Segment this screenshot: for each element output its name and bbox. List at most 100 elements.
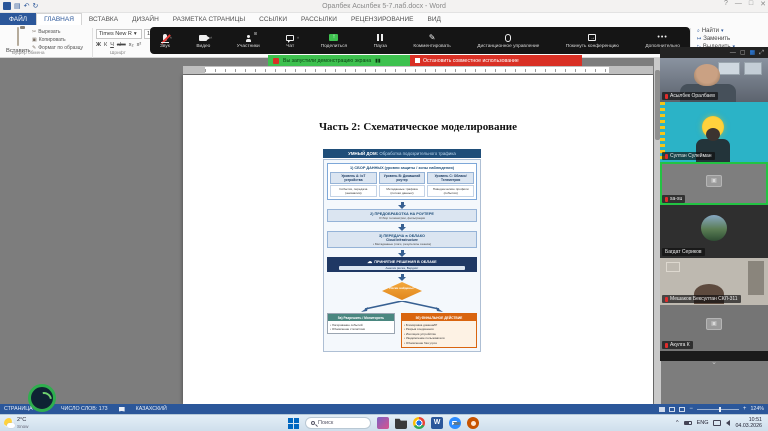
file-explorer-icon[interactable] (395, 417, 407, 429)
language-switcher[interactable]: ENG (697, 420, 709, 426)
zoom-taskbar-icon[interactable] (449, 417, 461, 429)
zoom-slider[interactable] (697, 409, 739, 410)
find-button[interactable]: ⌕Найти▾ (697, 28, 735, 34)
participant-video-tile[interactable]: Мешаков Бексултан СКЛ-311 (660, 258, 768, 305)
maximize-button[interactable]: □ (749, 0, 753, 8)
word-taskbar-icon[interactable]: W (431, 417, 443, 429)
pause-share-button[interactable]: Пауза (374, 33, 387, 49)
chevron-up-icon[interactable]: ˄ (170, 35, 172, 40)
panel-header[interactable]: — ▢ ▦ ⤢ (660, 47, 768, 58)
participant-tile-active-speaker[interactable]: ▣ sa-su (660, 162, 768, 205)
participant-avatar-tile[interactable]: ▣ Акулга К (660, 305, 768, 351)
proofing-icon[interactable] (119, 407, 125, 412)
display-icon[interactable] (713, 420, 721, 426)
minimize-button[interactable]: — (735, 0, 742, 8)
expand-panel-icon[interactable]: ⤢ (759, 50, 764, 56)
minimize-panel-icon[interactable]: — (730, 50, 736, 56)
battery-icon[interactable] (684, 421, 692, 425)
language-indicator[interactable]: КАЗАХСКИЙ (136, 406, 167, 412)
remote-control-button[interactable]: Дистанционное управление (477, 33, 539, 49)
muted-mic-icon (665, 94, 668, 99)
print-layout-icon[interactable] (669, 407, 675, 412)
weather-icon (4, 418, 14, 428)
help-button[interactable]: ? (724, 0, 728, 8)
weather-widget[interactable]: 2°C Snow (0, 417, 29, 428)
participant-video-tile[interactable]: Асылбек Оралбаев (660, 58, 768, 102)
cut-button[interactable]: ✂Вырезать (32, 29, 83, 35)
tab-design[interactable]: ДИЗАЙН (125, 13, 166, 25)
meeting-id-icon (273, 58, 279, 64)
stop-share-button[interactable]: Остановить совместное использование (410, 55, 582, 66)
tray-overflow-icon[interactable]: ^ (676, 420, 679, 426)
tab-review[interactable]: РЕЦЕНЗИРОВАНИЕ (344, 13, 421, 25)
mouse-icon (505, 34, 511, 42)
web-layout-icon[interactable] (679, 407, 685, 412)
zoom-percentage[interactable]: 124% (750, 406, 764, 412)
clipboard-group-label: Буфер обмена (12, 51, 45, 56)
tab-home[interactable]: ГЛАВНАЯ (36, 13, 82, 25)
read-mode-icon[interactable] (659, 407, 665, 412)
tab-mailings[interactable]: РАССЫЛКИ (294, 13, 344, 25)
flow-step-3: 3) ПЕРЕДАЧА в ОБЛАКО Cloud Infrastructur… (327, 231, 477, 248)
strikethrough-button[interactable]: abc (117, 42, 126, 48)
participants-button[interactable]: 8 Участники (237, 33, 260, 49)
bold-button[interactable]: Ж (96, 42, 101, 48)
replace-icon: ↦ (697, 36, 701, 42)
clock[interactable]: 10:51 04.03.2026 (735, 417, 762, 429)
share-status-segment: Вы запустили демонстрацию экрана ▮▮ (268, 55, 410, 66)
speaker-view-icon[interactable]: ▢ (740, 50, 746, 56)
audio-button[interactable]: ˄ Звук (160, 33, 170, 49)
cloud-icon: ☁ (367, 259, 372, 265)
video-button[interactable]: ˄ Видео (196, 33, 210, 49)
chevron-up-icon[interactable]: ˄ (297, 35, 299, 40)
subscript-button[interactable]: x₂ (129, 42, 134, 48)
copy-button[interactable]: ▣Копировать (32, 37, 83, 43)
close-button[interactable]: ✕ (760, 0, 766, 8)
video-participants-panel: — ▢ ▦ ⤢ Асылбек Оралбаев Султан Сулейман… (660, 47, 768, 361)
tab-page-layout[interactable]: РАЗМЕТКА СТРАНИЦЫ (166, 13, 252, 25)
zoom-in-button[interactable]: + (743, 406, 747, 412)
media-app-icon[interactable] (377, 417, 389, 429)
start-button[interactable] (288, 418, 299, 429)
tab-references[interactable]: ССЫЛКИ (252, 13, 294, 25)
document-page[interactable]: Часть 2: Схематическое моделирование УМН… (183, 75, 653, 404)
flow-level-c: Уровень С: Облако/Телеметрия Поведенческ… (427, 172, 474, 197)
participant-name-badge: Султан Сулейман (662, 152, 715, 160)
avatar (701, 215, 727, 241)
stop-icon (415, 58, 420, 63)
replace-button[interactable]: ↦Заменить (697, 36, 735, 42)
tab-insert[interactable]: ВСТАВКА (82, 13, 125, 25)
font-name-select[interactable]: Times New R▾ (96, 29, 142, 39)
annotate-button[interactable]: ✎ Комментировать (413, 33, 450, 49)
scissors-icon: ✂ (32, 29, 36, 35)
smart-home-flowchart: УМНЫЙ ДОМ: Обработка подозрительного тра… (323, 149, 481, 352)
italic-button[interactable]: К (104, 42, 107, 48)
speaker-icon[interactable] (726, 420, 730, 426)
ellipsis-icon: ••• (657, 34, 667, 41)
tab-file[interactable]: ФАЙЛ (0, 13, 36, 25)
participant-avatar-tile[interactable]: Багдат Сериков (660, 205, 768, 258)
device-avatar-icon: ▣ (706, 318, 722, 330)
superscript-button[interactable]: x² (137, 42, 142, 48)
collapse-strip-button[interactable]: ⌄ (660, 351, 768, 361)
underline-button[interactable]: Ч (110, 42, 114, 48)
flow-level-a: Уровень А: IoT устройства События, перед… (330, 172, 377, 197)
pause-share-icon[interactable]: ▮▮ (375, 58, 381, 64)
horizontal-ruler[interactable] (183, 66, 653, 74)
chat-button[interactable]: ˄ Чат (286, 33, 294, 49)
participant-video-tile[interactable]: Султан Сулейман (660, 102, 768, 162)
tab-view[interactable]: ВИД (420, 13, 447, 25)
share-screen-button[interactable]: ↑ Поделиться (321, 33, 348, 49)
muted-mic-icon (665, 197, 668, 202)
taskbar-search[interactable]: Поиск (305, 417, 371, 429)
zoom-slider-thumb[interactable] (719, 407, 721, 412)
weather-description: Snow (17, 424, 29, 429)
chevron-up-icon[interactable]: ˄ (210, 35, 212, 40)
flow-decision: Риски найдены? (327, 281, 477, 301)
gallery-view-icon[interactable]: ▦ (750, 50, 756, 56)
obs-icon[interactable] (467, 417, 479, 429)
word-count[interactable]: ЧИСЛО СЛОВ: 173 (61, 406, 108, 412)
chrome-icon[interactable] (413, 417, 425, 429)
leave-meeting-button[interactable]: → Покинуть конференцию (566, 33, 619, 49)
zoom-out-button[interactable]: − (689, 406, 693, 412)
